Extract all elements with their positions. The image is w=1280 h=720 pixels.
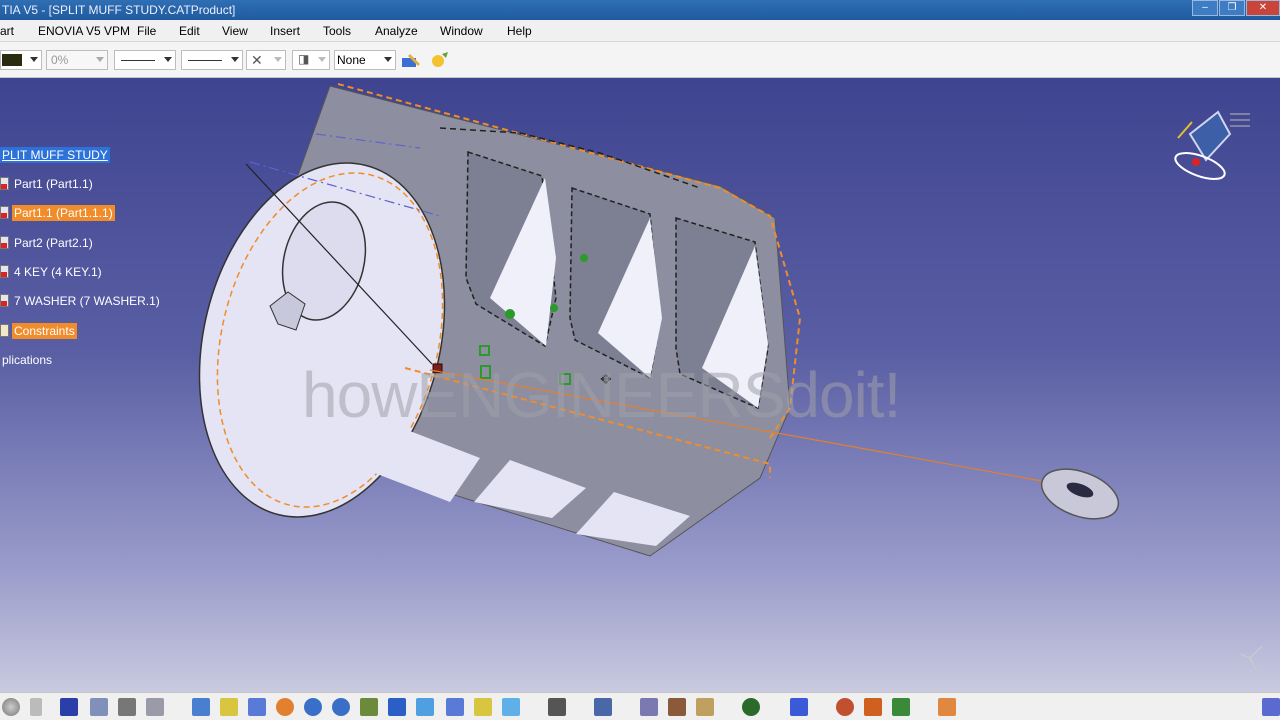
layer-value: None	[337, 53, 366, 67]
format-painter-icon[interactable]	[400, 50, 422, 72]
clash-icon[interactable]	[864, 698, 882, 716]
menu-window[interactable]: Window	[440, 24, 483, 38]
chevron-down-icon	[274, 57, 282, 62]
catalog-icon[interactable]	[118, 698, 136, 716]
line-thickness-select[interactable]	[114, 50, 176, 70]
minimize-button[interactable]: –	[1192, 0, 1218, 16]
point-symbol-select[interactable]: ✕	[246, 50, 286, 70]
menu-edit[interactable]: Edit	[179, 24, 200, 38]
cross-icon: ✕	[251, 52, 263, 68]
grid-icon[interactable]	[938, 698, 956, 716]
chevron-down-icon	[164, 57, 172, 62]
chevron-down-icon	[231, 57, 239, 62]
constraint-marker[interactable]	[505, 309, 515, 319]
menu-analyze[interactable]: Analyze	[375, 24, 418, 38]
window-title: TIA V5 - [SPLIT MUFF STUDY.CATProduct]	[2, 3, 236, 17]
menu-enovia[interactable]: ENOVIA V5 VPM	[38, 24, 130, 38]
tree-root-label: PLIT MUFF STUDY	[0, 147, 110, 163]
tree-item-label: Part2 (Part2.1)	[14, 236, 93, 250]
3d-viewport[interactable]: ✥ howENGINEERSdoit! PLIT MUFF STUDY Part…	[0, 78, 1280, 692]
iso-view-icon[interactable]	[416, 698, 434, 716]
shading-icon[interactable]	[446, 698, 464, 716]
normal-view-icon[interactable]	[360, 698, 378, 716]
line-thickness-preview	[121, 60, 155, 61]
measure-icon[interactable]	[640, 698, 658, 716]
constraint-marker[interactable]	[550, 304, 558, 312]
update-icon[interactable]	[2, 698, 20, 716]
constraints-icon	[0, 324, 9, 337]
graphic-properties-icon[interactable]	[428, 50, 450, 72]
rotate-icon[interactable]	[276, 698, 294, 716]
close-button[interactable]: ✕	[1246, 0, 1280, 16]
color-swatch	[2, 54, 22, 66]
rendering-style-select[interactable]: ◨	[292, 50, 330, 70]
fit-all-icon[interactable]	[220, 698, 238, 716]
axis-triad-icon	[1239, 645, 1263, 671]
menu-help[interactable]: Help	[507, 24, 532, 38]
sketch-icon[interactable]	[1262, 698, 1280, 716]
compass-icon[interactable]	[1170, 94, 1250, 184]
menu-bar: art ENOVIA V5 VPM File Edit View Insert …	[0, 20, 1280, 42]
table-icon[interactable]	[60, 698, 78, 716]
zoom-in-icon[interactable]	[304, 698, 322, 716]
transparency-select[interactable]: 0%	[46, 50, 108, 70]
part-icon	[0, 177, 9, 190]
lock-icon[interactable]	[30, 698, 42, 716]
linetype-preview	[188, 60, 222, 61]
tree-item-label: 7 WASHER (7 WASHER.1)	[14, 294, 160, 308]
fill-color-select[interactable]	[0, 50, 42, 70]
chevron-down-icon	[96, 57, 104, 62]
constraint-icon[interactable]	[668, 698, 686, 716]
tree-icon[interactable]	[90, 698, 108, 716]
bill-of-material-icon[interactable]	[696, 698, 714, 716]
part-icon	[0, 206, 9, 219]
bottom-toolbar	[0, 692, 1280, 720]
title-bar: TIA V5 - [SPLIT MUFF STUDY.CATProduct] –…	[0, 0, 1280, 20]
snap-icon[interactable]	[790, 698, 808, 716]
tree-item-label: Constraints	[12, 323, 77, 339]
part-icon	[0, 265, 9, 278]
menu-file[interactable]: File	[137, 24, 156, 38]
part-icon	[0, 294, 9, 307]
maximize-button[interactable]: ❐	[1219, 0, 1245, 16]
menu-tools[interactable]: Tools	[323, 24, 351, 38]
tree-item-label: 4 KEY (4 KEY.1)	[14, 265, 102, 279]
product-structure-icon[interactable]	[594, 698, 612, 716]
style-icon: ◨	[298, 52, 310, 66]
part-icon	[0, 236, 9, 249]
swap-visible-icon[interactable]	[502, 698, 520, 716]
transparency-value: 0%	[51, 53, 69, 67]
update-all-icon[interactable]	[742, 698, 760, 716]
select-icon[interactable]	[146, 698, 164, 716]
zoom-out-icon[interactable]	[332, 698, 350, 716]
analysis-icon[interactable]	[836, 698, 854, 716]
tree-item-label: Part1.1 (Part1.1.1)	[12, 205, 115, 221]
graphic-properties-toolbar: 0% ✕ ◨ None	[0, 42, 1280, 78]
linetype-select[interactable]	[181, 50, 243, 70]
constraint-marker[interactable]	[580, 254, 588, 262]
camera-icon[interactable]	[548, 698, 566, 716]
tree-item-label: Part1 (Part1.1)	[14, 177, 93, 191]
hide-show-icon[interactable]	[474, 698, 492, 716]
menu-start[interactable]: art	[0, 24, 14, 38]
menu-insert[interactable]: Insert	[270, 24, 300, 38]
watermark-text: howENGINEERSdoit!	[302, 359, 901, 431]
pan-icon[interactable]	[248, 698, 266, 716]
chevron-down-icon	[30, 57, 38, 62]
multi-view-icon[interactable]	[388, 698, 406, 716]
menu-view[interactable]: View	[222, 24, 248, 38]
fly-mode-icon[interactable]	[192, 698, 210, 716]
window-controls: – ❐ ✕	[1191, 0, 1280, 18]
sectioning-icon[interactable]	[892, 698, 910, 716]
layer-select[interactable]: None	[334, 50, 396, 70]
tree-item-label: plications	[2, 353, 53, 367]
chevron-down-icon	[384, 57, 392, 62]
chevron-down-icon	[318, 57, 326, 62]
